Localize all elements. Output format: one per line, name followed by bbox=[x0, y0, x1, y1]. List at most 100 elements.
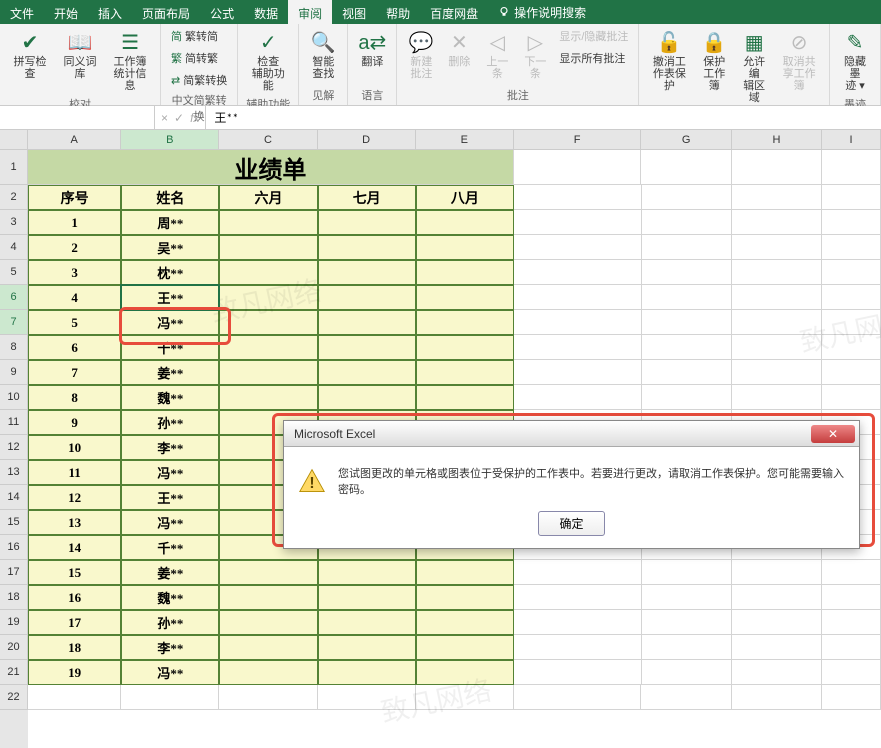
cell[interactable] bbox=[219, 560, 317, 585]
tab-开始[interactable]: 开始 bbox=[44, 0, 88, 24]
cell[interactable]: 9 bbox=[28, 410, 121, 435]
tab-文件[interactable]: 文件 bbox=[0, 0, 44, 24]
cell[interactable] bbox=[514, 335, 642, 360]
cell[interactable] bbox=[318, 385, 416, 410]
cell[interactable] bbox=[822, 310, 881, 335]
cell[interactable] bbox=[514, 685, 642, 710]
cell[interactable] bbox=[514, 585, 642, 610]
cell[interactable]: 3 bbox=[28, 260, 121, 285]
cell[interactable] bbox=[822, 360, 881, 385]
cell[interactable] bbox=[732, 210, 822, 235]
cell[interactable] bbox=[416, 660, 514, 685]
cell[interactable]: 李** bbox=[121, 435, 219, 460]
ribbon-btn-翻译[interactable]: a⇄翻译 bbox=[354, 26, 390, 70]
cell[interactable] bbox=[416, 610, 514, 635]
tab-插入[interactable]: 插入 bbox=[88, 0, 132, 24]
cell[interactable]: 11 bbox=[28, 460, 121, 485]
ribbon-btn-保护工作簿[interactable]: 🔒保护 工作簿 bbox=[695, 26, 733, 94]
cell[interactable] bbox=[416, 285, 514, 310]
cell[interactable]: 5 bbox=[28, 310, 121, 335]
cell[interactable] bbox=[822, 185, 881, 210]
cell[interactable] bbox=[822, 685, 881, 710]
cell[interactable] bbox=[822, 150, 881, 185]
cell[interactable] bbox=[642, 285, 732, 310]
row-header-14[interactable]: 14 bbox=[0, 485, 28, 510]
cell[interactable] bbox=[642, 660, 732, 685]
col-header-H[interactable]: H bbox=[732, 130, 822, 150]
col-header-cell[interactable]: 八月 bbox=[416, 185, 514, 210]
cell[interactable] bbox=[642, 360, 732, 385]
cell[interactable] bbox=[318, 210, 416, 235]
row-header-2[interactable]: 2 bbox=[0, 185, 28, 210]
cell[interactable] bbox=[514, 260, 642, 285]
help-search[interactable]: 操作说明搜索 bbox=[488, 0, 596, 24]
cell[interactable] bbox=[318, 585, 416, 610]
cell[interactable]: 姜** bbox=[121, 360, 219, 385]
row-header-4[interactable]: 4 bbox=[0, 235, 28, 260]
cell[interactable]: 19 bbox=[28, 660, 121, 685]
cell[interactable] bbox=[219, 685, 317, 710]
cell[interactable] bbox=[318, 235, 416, 260]
row-header-3[interactable]: 3 bbox=[0, 210, 28, 235]
row-header-12[interactable]: 12 bbox=[0, 435, 28, 460]
cell[interactable] bbox=[514, 635, 642, 660]
cell[interactable] bbox=[318, 610, 416, 635]
tab-公式[interactable]: 公式 bbox=[200, 0, 244, 24]
row-header-18[interactable]: 18 bbox=[0, 585, 28, 610]
cell[interactable]: 冯** bbox=[121, 460, 219, 485]
row-header-9[interactable]: 9 bbox=[0, 360, 28, 385]
cell[interactable]: 千** bbox=[121, 535, 219, 560]
col-header-A[interactable]: A bbox=[28, 130, 121, 150]
cell[interactable] bbox=[514, 385, 642, 410]
ribbon-btn-同义词库[interactable]: 📖同义词库 bbox=[56, 26, 104, 82]
cell[interactable] bbox=[416, 385, 514, 410]
row-header-15[interactable]: 15 bbox=[0, 510, 28, 535]
cell[interactable] bbox=[732, 385, 822, 410]
cell[interactable] bbox=[121, 685, 219, 710]
cell[interactable] bbox=[732, 635, 822, 660]
cell[interactable] bbox=[822, 660, 881, 685]
ribbon-btn-撤消工作表保护[interactable]: 🔓撤消工 作表保护 bbox=[645, 26, 693, 94]
cell[interactable] bbox=[641, 685, 731, 710]
col-header-I[interactable]: I bbox=[822, 130, 881, 150]
cell[interactable]: 6 bbox=[28, 335, 121, 360]
cell[interactable]: 王** bbox=[121, 485, 219, 510]
row-header-22[interactable]: 22 bbox=[0, 685, 28, 710]
cell[interactable] bbox=[416, 260, 514, 285]
col-header-G[interactable]: G bbox=[641, 130, 731, 150]
cell[interactable]: 孙** bbox=[121, 410, 219, 435]
cell[interactable]: 4 bbox=[28, 285, 121, 310]
cell[interactable] bbox=[514, 185, 642, 210]
cell[interactable] bbox=[416, 585, 514, 610]
cell[interactable] bbox=[822, 560, 881, 585]
ribbon-btn-简转繁[interactable]: 繁简转繁 bbox=[167, 48, 231, 68]
cell[interactable]: 16 bbox=[28, 585, 121, 610]
dialog-close-button[interactable]: ✕ bbox=[811, 425, 855, 443]
cell[interactable] bbox=[732, 360, 822, 385]
cell[interactable] bbox=[642, 635, 732, 660]
cell[interactable] bbox=[318, 260, 416, 285]
row-header-21[interactable]: 21 bbox=[0, 660, 28, 685]
cell[interactable] bbox=[219, 610, 317, 635]
row-header-20[interactable]: 20 bbox=[0, 635, 28, 660]
cell[interactable]: 姜** bbox=[121, 560, 219, 585]
cancel-icon[interactable]: × bbox=[161, 111, 168, 125]
cell[interactable] bbox=[28, 685, 121, 710]
select-all-corner[interactable] bbox=[0, 130, 28, 150]
tab-视图[interactable]: 视图 bbox=[332, 0, 376, 24]
cell[interactable] bbox=[219, 660, 317, 685]
cell[interactable] bbox=[822, 260, 881, 285]
cell[interactable]: 吴** bbox=[121, 235, 219, 260]
cell[interactable] bbox=[642, 235, 732, 260]
cell[interactable]: 冯** bbox=[121, 660, 219, 685]
row-header-19[interactable]: 19 bbox=[0, 610, 28, 635]
cell[interactable] bbox=[514, 610, 642, 635]
ribbon-btn-简繁转换[interactable]: ⇄简繁转换 bbox=[167, 70, 231, 90]
cell[interactable] bbox=[642, 185, 732, 210]
tab-帮助[interactable]: 帮助 bbox=[376, 0, 420, 24]
cell[interactable] bbox=[219, 235, 317, 260]
cell[interactable] bbox=[416, 235, 514, 260]
cell[interactable]: 7 bbox=[28, 360, 121, 385]
ribbon-btn-拼写检查[interactable]: ✔拼写检查 bbox=[6, 26, 54, 82]
cell[interactable] bbox=[732, 260, 822, 285]
